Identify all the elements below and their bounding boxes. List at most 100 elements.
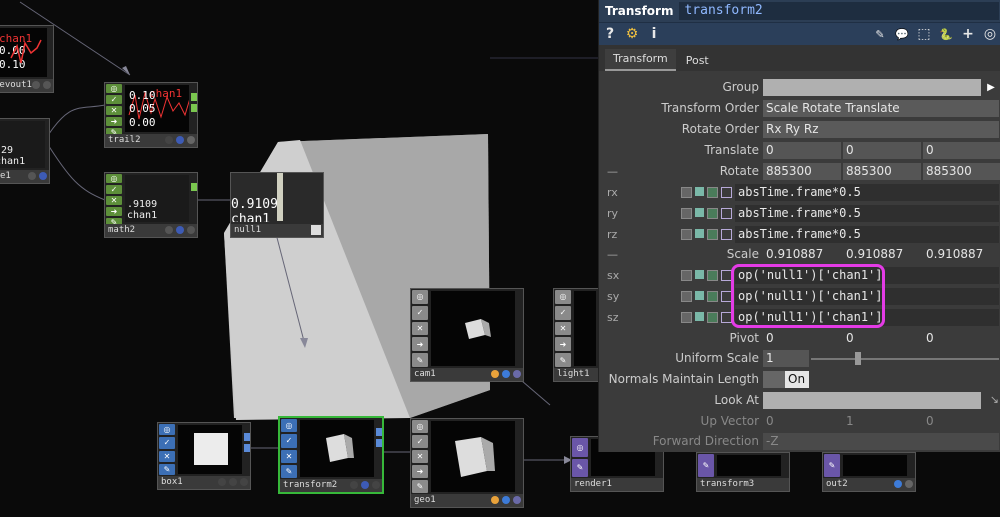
node-transform3[interactable]: ✎ transform3 [696, 452, 790, 492]
param-label: Rotate Order [681, 122, 759, 136]
rotate-x[interactable]: 885300 [763, 163, 841, 180]
rotate-order-menu[interactable]: Rx Ry Rz [763, 121, 999, 138]
node-transform2[interactable]: ◎ ✓ ✕ ✎ transform2 [278, 416, 384, 494]
node-flags[interactable]: ◎ ✓ ✕ ➜ ✎ [105, 173, 123, 227]
param-uniform-scale: Uniform Scale 1 [599, 349, 1000, 368]
node-box[interactable]: ◎ ✓ ✕ ✎ box1 [157, 422, 251, 490]
flag-icon: ➜ [106, 117, 122, 126]
node-outputs[interactable] [376, 428, 382, 458]
trail-val-2: 0.05 [129, 102, 156, 115]
python-icon[interactable]: 🐍 [939, 28, 953, 41]
flag-icon: ✎ [572, 458, 588, 477]
node-flags[interactable]: ◎ ✓ ✕ ➜ ✎ [554, 289, 572, 368]
param-label: Transform Order [661, 101, 759, 115]
up-vector-y[interactable]: 1 [843, 413, 921, 430]
node-viewer [431, 291, 515, 366]
python-help-icon[interactable]: ⚙ [625, 26, 639, 42]
node-flags[interactable]: ◎ ✓ ✕ ➜ ✎ [105, 83, 123, 137]
up-vector-z[interactable]: 0 [923, 413, 1000, 430]
add-icon[interactable]: + [961, 26, 975, 42]
rotate-z[interactable]: 885300 [923, 163, 1000, 180]
node-waveout[interactable]: chan1 0.00 0.10 wevout1 [0, 25, 54, 93]
translate-y[interactable]: 0 [843, 142, 921, 159]
node-flags[interactable]: ✎ [823, 453, 841, 478]
node-viewer [178, 425, 242, 474]
node-cam[interactable]: ◎ ✓ ✕ ➜ ✎ cam1 [410, 288, 524, 382]
node-flags[interactable]: ◎ ✎ [571, 437, 589, 478]
transform-order-menu[interactable]: Scale Rotate Translate [763, 100, 999, 117]
look-at-arrow-icon[interactable]: ↘ [990, 393, 999, 406]
node-flags[interactable]: ◎ ✓ ✕ ✎ [158, 423, 176, 476]
node-name: math2 [108, 225, 136, 235]
node-flags[interactable]: ✎ [697, 453, 715, 478]
node-name: e1 [0, 171, 11, 181]
node-trail[interactable]: ◎ ✓ ✕ ➜ ✎ chan1 0.10 0.05 0.00 trail2 [104, 82, 198, 148]
param-mode-boxes[interactable] [681, 270, 732, 281]
node-outputs[interactable] [191, 93, 197, 123]
node-geo[interactable]: ◎ ✓ ✕ ➜ ✎ geo1 [410, 418, 524, 508]
flag-icon: ◎ [412, 420, 428, 433]
up-vector-x[interactable]: 0 [763, 413, 841, 430]
param-expand-toggle[interactable]: — [607, 248, 618, 261]
node-out[interactable]: ✎ out2 [822, 452, 916, 492]
node-math[interactable]: ◎ ✓ ✕ ➜ ✎ .9109 chan1 math2 [104, 172, 198, 238]
tab-post[interactable]: Post [678, 51, 717, 71]
pivot-y[interactable]: 0 [843, 330, 921, 347]
node-footer: trail2 [105, 134, 197, 147]
normals-toggle-track[interactable] [763, 371, 785, 388]
forward-direction-menu[interactable]: -Z [763, 433, 999, 450]
node-flags[interactable]: ◎ ✓ ✕ ➜ ✎ [411, 419, 429, 494]
param-mode-boxes[interactable] [681, 291, 732, 302]
comment-icon[interactable]: 💬 [895, 28, 909, 41]
node-name: transform2 [283, 480, 338, 490]
rx-expression[interactable]: absTime.frame*0.5 [735, 184, 999, 201]
tab-transform[interactable]: Transform [605, 49, 676, 71]
flag-icon: ✕ [159, 450, 175, 462]
uniform-scale-field[interactable]: 1 [763, 350, 809, 367]
op-name-field[interactable]: transform2 [679, 2, 999, 20]
rz-expression[interactable]: absTime.frame*0.5 [735, 226, 999, 243]
param-expand-toggle[interactable]: — [607, 165, 618, 178]
parameter-panel[interactable]: Transform transform2 ? ⚙ i ✎ 💬 ⬚ 🐍 + ◎ T… [598, 0, 1000, 452]
param-group: Group ▶ [599, 78, 1000, 97]
edit-icon[interactable]: ✎ [873, 28, 887, 41]
param-mode-boxes[interactable] [681, 187, 732, 198]
transform-cube-thumb [326, 434, 354, 462]
flag-icon: ✎ [698, 454, 714, 477]
group-field[interactable] [763, 79, 981, 96]
uniform-scale-slider[interactable] [811, 358, 999, 360]
target-icon[interactable]: ◎ [983, 26, 997, 42]
pivot-z[interactable]: 0 [923, 330, 1000, 347]
translate-x[interactable]: 0 [763, 142, 841, 159]
node-viewer: 0.9109 chan1 [231, 173, 323, 222]
param-mode-boxes[interactable] [681, 312, 732, 323]
flag-icon: ◎ [555, 290, 571, 304]
node-constant[interactable]: .29 chan1 e1 [0, 118, 50, 184]
node-footer: transform3 [697, 478, 789, 491]
copy-icon[interactable]: ⬚ [917, 26, 931, 42]
uniform-scale-slider-handle[interactable] [855, 352, 861, 365]
translate-z[interactable]: 0 [923, 142, 1000, 159]
node-flags[interactable]: ◎ ✓ ✕ ✎ [280, 418, 298, 479]
node-outputs[interactable] [244, 433, 250, 463]
param-label: Forward Direction [652, 434, 759, 448]
help-icon[interactable]: ? [603, 26, 617, 42]
scale-x[interactable]: 0.910887 [763, 246, 841, 263]
param-mode-boxes[interactable] [681, 229, 732, 240]
rotate-y[interactable]: 885300 [843, 163, 921, 180]
ry-expression[interactable]: absTime.frame*0.5 [735, 205, 999, 222]
node-outputs[interactable] [191, 183, 197, 213]
node-footer: null1 [231, 224, 323, 237]
param-label: Pivot [729, 331, 759, 345]
look-at-field[interactable] [763, 392, 981, 409]
scale-z[interactable]: 0.910887 [923, 246, 1000, 263]
normals-toggle[interactable]: On [785, 371, 809, 388]
flag-icon: ✎ [555, 353, 571, 367]
node-null[interactable]: 0.9109 chan1 null1 [230, 172, 324, 238]
pivot-x[interactable]: 0 [763, 330, 841, 347]
node-flags[interactable]: ◎ ✓ ✕ ➜ ✎ [411, 289, 429, 368]
group-menu-arrow[interactable]: ▶ [983, 79, 999, 96]
param-mode-boxes[interactable] [681, 208, 732, 219]
info-icon[interactable]: i [647, 26, 661, 42]
scale-y[interactable]: 0.910887 [843, 246, 921, 263]
